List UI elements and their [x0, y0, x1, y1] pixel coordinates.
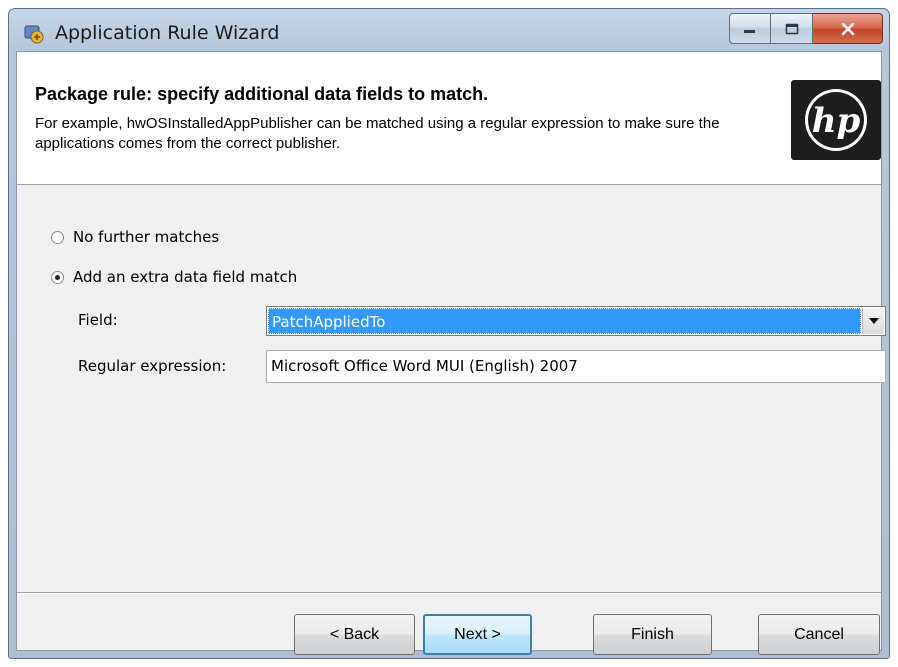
radio-label-no-further: No further matches	[73, 228, 220, 246]
close-button[interactable]	[813, 13, 883, 44]
field-dropdown-value: PatchAppliedTo	[268, 308, 861, 334]
hp-logo: hp	[791, 80, 881, 160]
field-dropdown[interactable]: PatchAppliedTo	[266, 306, 886, 336]
svg-text:hp: hp	[812, 101, 861, 141]
back-button[interactable]: < Back	[294, 614, 415, 655]
window-title: Application Rule Wizard	[55, 22, 280, 44]
dialog-body: Package rule: specify additional data fi…	[16, 51, 886, 655]
page-title: Package rule: specify additional data fi…	[35, 84, 489, 104]
wizard-header: Package rule: specify additional data fi…	[17, 52, 881, 185]
regex-input[interactable]: Microsoft Office Word MUI (English) 2007	[266, 350, 886, 383]
cancel-button-label: Cancel	[794, 625, 844, 643]
page-description: For example, hwOSInstalledAppPublisher c…	[35, 115, 720, 152]
radio-button[interactable]	[51, 230, 64, 244]
hp-logo-icon: hp	[805, 89, 867, 151]
next-button[interactable]: Next >	[423, 614, 532, 655]
app-icon	[24, 25, 44, 44]
chevron-down-icon	[868, 318, 879, 324]
finish-button-label: Finish	[631, 625, 674, 643]
minimize-button[interactable]	[729, 13, 771, 44]
close-icon	[841, 22, 854, 35]
next-button-label: Next >	[454, 625, 501, 643]
footer-divider	[17, 592, 881, 594]
field-label: Field:	[78, 311, 118, 329]
radio-button-selected[interactable]	[51, 270, 64, 284]
dropdown-arrow-button[interactable]	[862, 308, 884, 334]
cancel-button[interactable]: Cancel	[758, 614, 880, 655]
radio-label-add-extra: Add an extra data field match	[73, 268, 298, 286]
back-button-label: < Back	[329, 625, 380, 643]
maximize-button[interactable]	[771, 13, 813, 44]
regex-label: Regular expression:	[78, 357, 227, 375]
finish-button[interactable]: Finish	[593, 614, 712, 655]
wizard-window: Application Rule Wizard Package rule: sp…	[8, 8, 890, 659]
radio-add-extra-field[interactable]: Add an extra data field match	[51, 268, 297, 286]
radio-no-further-matches[interactable]: No further matches	[51, 228, 219, 246]
minimize-icon	[744, 29, 755, 33]
caption-buttons	[729, 13, 883, 46]
maximize-icon	[785, 23, 798, 34]
